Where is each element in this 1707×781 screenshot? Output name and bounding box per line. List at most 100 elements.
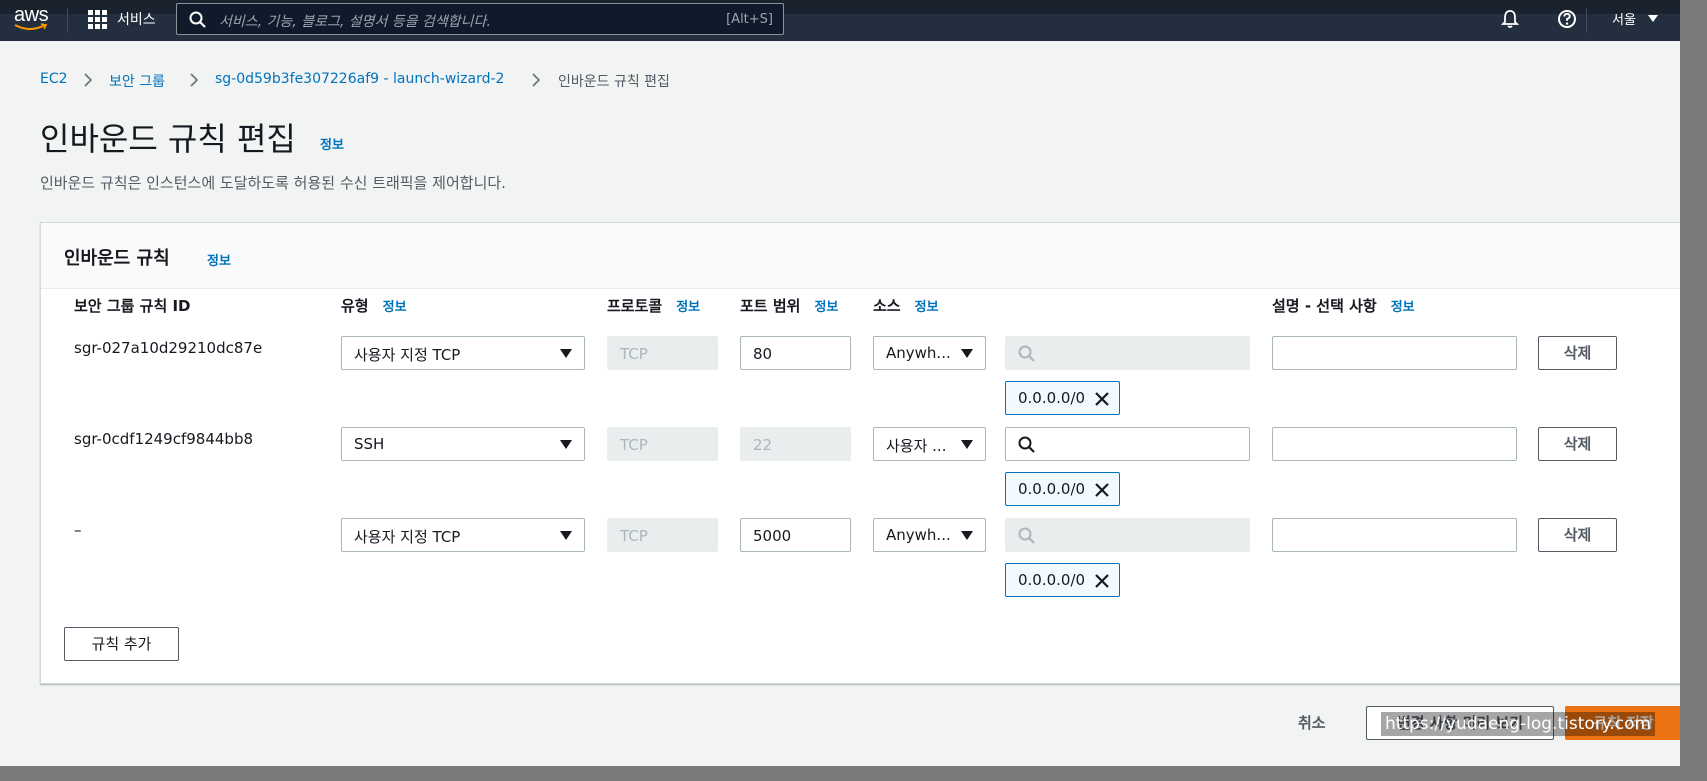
delete-rule-button[interactable]: 삭제: [1538, 518, 1617, 552]
protocol-value: TCP: [620, 345, 648, 363]
notifications-bell-icon[interactable]: [1500, 9, 1520, 33]
caret-down-icon: [560, 531, 572, 540]
column-header-description-label: 설명 - 선택 사항: [1272, 297, 1377, 315]
source-select[interactable]: Anywh...: [873, 336, 986, 370]
column-header-port-label: 포트 범위: [740, 297, 801, 315]
chevron-right-icon: [190, 73, 199, 87]
source-select[interactable]: 사용자 ...: [873, 427, 986, 461]
aws-logo[interactable]: aws: [14, 4, 54, 34]
port-value: 5000: [753, 527, 792, 545]
type-select-value: 사용자 지정 TCP: [354, 346, 461, 364]
description-input[interactable]: [1272, 336, 1517, 370]
column-header-type: 유형 정보: [341, 295, 407, 316]
nav-divider: [1586, 8, 1587, 33]
column-header-rule-id: 보안 그룹 규칙 ID: [74, 297, 191, 315]
delete-rule-button[interactable]: 삭제: [1538, 336, 1617, 370]
source-select[interactable]: Anywh...: [873, 518, 986, 552]
top-navigation: aws 서비스 서비스, 기능, 블로그, 설명서 등을 검색합니다. [Alt…: [0, 0, 1680, 41]
title-info-link[interactable]: 정보: [320, 134, 344, 153]
search-shortcut: [Alt+S]: [726, 12, 773, 27]
panel-title: 인바운드 규칙: [64, 248, 170, 269]
nav-divider: [67, 8, 68, 33]
port-range-input[interactable]: 80: [740, 336, 851, 370]
port-range-field: 22: [740, 427, 851, 461]
chevron-right-icon: [532, 73, 541, 87]
caret-down-icon: [1648, 15, 1658, 22]
close-icon[interactable]: [1093, 481, 1111, 503]
cidr-token: 0.0.0.0/0: [1005, 381, 1120, 415]
port-value: 80: [753, 345, 773, 363]
column-header-source: 소스 정보: [873, 295, 939, 316]
search-placeholder: 서비스, 기능, 블로그, 설명서 등을 검색합니다.: [219, 14, 491, 30]
port-range-input[interactable]: 5000: [740, 518, 851, 552]
chevron-right-icon: [84, 73, 93, 87]
panel-header: 인바운드 규칙 정보: [41, 223, 1680, 289]
protocol-field: TCP: [607, 336, 718, 370]
add-rule-button[interactable]: 규칙 추가: [64, 627, 179, 661]
cidr-token-value: 0.0.0.0/0: [1018, 571, 1086, 589]
help-icon[interactable]: [1557, 9, 1577, 33]
panel-info-link[interactable]: 정보: [207, 250, 231, 269]
search-icon: [1018, 436, 1036, 458]
protocol-value: TCP: [620, 436, 648, 454]
aws-smile-icon: [14, 23, 48, 30]
close-icon[interactable]: [1093, 572, 1111, 594]
rule-id: –: [74, 521, 82, 539]
rule-id: sgr-0cdf1249cf9844bb8: [74, 430, 254, 448]
protocol-info-link[interactable]: 정보: [676, 300, 700, 315]
cidr-token-value: 0.0.0.0/0: [1018, 389, 1086, 407]
breadcrumb-current: 인바운드 규칙 편집: [558, 74, 670, 90]
description-input[interactable]: [1272, 518, 1517, 552]
search-icon: [1018, 527, 1036, 549]
protocol-field: TCP: [607, 427, 718, 461]
type-info-link[interactable]: 정보: [383, 300, 407, 315]
caret-down-icon: [560, 349, 572, 358]
page-title: 인바운드 규칙 편집: [40, 120, 296, 158]
inbound-rules-panel: 인바운드 규칙 정보 보안 그룹 규칙 ID 유형 정보 프로토콜 정보 포트 범위…: [40, 222, 1680, 684]
global-search-input[interactable]: 서비스, 기능, 블로그, 설명서 등을 검색합니다. [Alt+S]: [176, 3, 784, 35]
source-select-value: Anywh...: [886, 344, 951, 362]
cidr-token: 0.0.0.0/0: [1005, 563, 1120, 597]
source-info-link[interactable]: 정보: [915, 300, 939, 315]
description-input[interactable]: [1272, 427, 1517, 461]
cidr-search-input: [1005, 336, 1250, 370]
services-grid-icon[interactable]: [88, 10, 107, 29]
breadcrumb-security-group[interactable]: sg-0d59b3fe307226af9 - launch-wizard-2: [215, 71, 504, 87]
type-select[interactable]: 사용자 지정 TCP: [341, 336, 585, 370]
port-value: 22: [753, 436, 773, 454]
column-header-type-label: 유형: [341, 297, 369, 315]
cidr-token-value: 0.0.0.0/0: [1018, 480, 1086, 498]
source-select-value: 사용자 ...: [886, 437, 947, 455]
cancel-button[interactable]: 취소: [1298, 712, 1326, 733]
description-info-link[interactable]: 정보: [1391, 300, 1415, 315]
protocol-field: TCP: [607, 518, 718, 552]
caret-down-icon: [961, 531, 973, 540]
search-icon: [189, 11, 207, 33]
watermark-overlay: https://yudaeng-log.tistory.com: [1381, 712, 1656, 736]
services-menu[interactable]: 서비스: [117, 9, 156, 29]
type-select[interactable]: SSH: [341, 427, 585, 461]
rule-id: sgr-027a10d29210dc87e: [74, 339, 263, 357]
region-selector[interactable]: 서울: [1612, 9, 1636, 28]
column-header-protocol-label: 프로토콜: [607, 297, 663, 315]
breadcrumb-security-groups[interactable]: 보안 그룹: [109, 71, 165, 91]
type-select[interactable]: 사용자 지정 TCP: [341, 518, 585, 552]
column-header-port-range: 포트 범위 정보: [740, 295, 838, 316]
port-info-link[interactable]: 정보: [814, 300, 838, 315]
source-select-value: Anywh...: [886, 526, 951, 544]
search-icon: [1018, 345, 1036, 367]
caret-down-icon: [560, 440, 572, 449]
page-description: 인바운드 규칙은 인스턴스에 도달하도록 허용된 수신 트래픽을 제어합니다.: [40, 174, 506, 192]
column-header-protocol: 프로토콜 정보: [607, 295, 700, 316]
delete-rule-button[interactable]: 삭제: [1538, 427, 1617, 461]
cidr-search-input[interactable]: [1005, 427, 1250, 461]
caret-down-icon: [961, 349, 973, 358]
type-select-value: 사용자 지정 TCP: [354, 528, 461, 546]
breadcrumb-ec2[interactable]: EC2: [40, 71, 68, 87]
type-select-value: SSH: [354, 435, 385, 453]
cidr-search-input: [1005, 518, 1250, 552]
close-icon[interactable]: [1093, 390, 1111, 412]
cidr-token: 0.0.0.0/0: [1005, 472, 1120, 506]
column-header-source-label: 소스: [873, 297, 901, 315]
column-header-description: 설명 - 선택 사항 정보: [1272, 295, 1415, 316]
